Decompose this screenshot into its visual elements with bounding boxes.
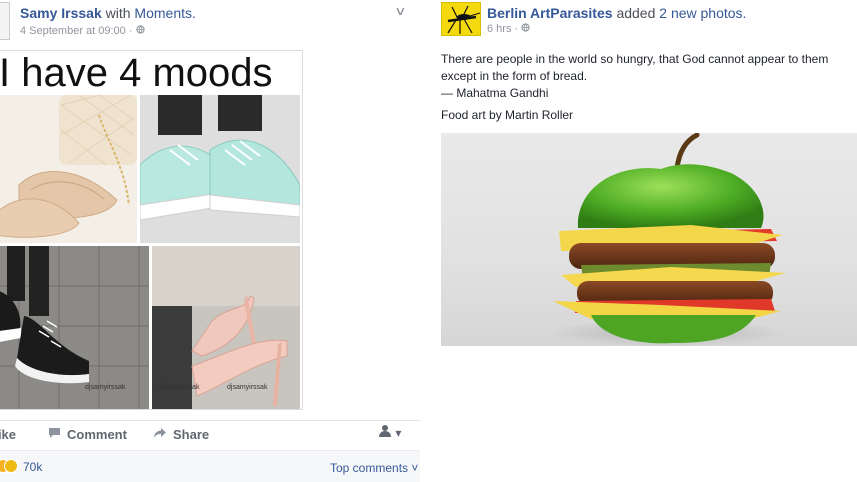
comment-sort-dropdown[interactable]: Top comments ˅ xyxy=(330,461,418,475)
chevron-down-icon[interactable]: ∨ xyxy=(394,4,406,18)
post-timestamp[interactable]: 4 September at 09:00 xyxy=(20,25,126,37)
post-image-four-moods[interactable]: I have 4 moods djsamyirssak djsamyirssak… xyxy=(0,50,303,410)
post-text: There are people in the world so hungry,… xyxy=(441,51,857,102)
post-header-right: Berlin ArtParasites added 2 new photos. xyxy=(487,5,746,21)
page-name[interactable]: Berlin ArtParasites xyxy=(487,5,613,21)
share-icon xyxy=(153,427,167,442)
comment-label: Comment xyxy=(67,427,127,442)
quote-attribution: — Mahatma Gandhi xyxy=(441,86,549,100)
watermark-facebook: djsamyirssak xyxy=(85,384,126,391)
share-label: Share xyxy=(173,427,210,442)
quote-line: except in the form of bread. xyxy=(441,69,588,83)
comment-button[interactable]: Comment xyxy=(48,427,127,442)
quote-line: There are people in the world so hungry,… xyxy=(441,52,829,66)
post-timestamp-right[interactable]: 6 hrs xyxy=(487,23,511,35)
image-cell-converse xyxy=(0,246,149,409)
watermark-instagram: djsamyirssak xyxy=(159,384,200,391)
post-meta-right: 6 hrs · xyxy=(487,23,530,35)
author-connector: with xyxy=(105,5,131,21)
image-cell-sneakers xyxy=(140,95,300,243)
image-headline: I have 4 moods xyxy=(0,51,273,95)
left-post: Samy Irssak with Moments. 4 September at… xyxy=(0,0,420,482)
post-header: Samy Irssak with Moments. xyxy=(20,5,196,21)
post-meta: 4 September at 09:00 · xyxy=(20,25,145,37)
post-as-selector[interactable]: ▾ xyxy=(378,424,401,440)
tagged-page-link[interactable]: Moments. xyxy=(134,5,195,21)
page-avatar[interactable] xyxy=(441,2,481,36)
author-avatar[interactable] xyxy=(0,2,10,40)
like-label: Like xyxy=(0,427,17,442)
reactions-count[interactable]: 70k xyxy=(23,460,42,474)
comment-icon xyxy=(48,427,61,442)
author-name[interactable]: Samy Irssak xyxy=(20,5,102,21)
globe-icon xyxy=(135,25,145,37)
caret-down-icon: ▾ xyxy=(395,426,402,440)
photo-credit: Food art by Martin Roller xyxy=(441,108,574,122)
user-avatar-icon xyxy=(378,425,395,440)
share-button[interactable]: Share xyxy=(153,427,209,442)
watermark-twitter: djsamyirssak xyxy=(227,384,268,391)
mosquito-logo-icon xyxy=(442,3,480,35)
globe-icon xyxy=(521,23,530,35)
love-reaction-icon[interactable] xyxy=(4,459,18,473)
activity-verb: added xyxy=(616,5,656,21)
image-cell-flats xyxy=(0,95,137,243)
post-image-apple-burger[interactable] xyxy=(441,133,857,346)
photos-link[interactable]: 2 new photos. xyxy=(659,5,746,21)
like-button[interactable]: Like xyxy=(0,427,16,442)
